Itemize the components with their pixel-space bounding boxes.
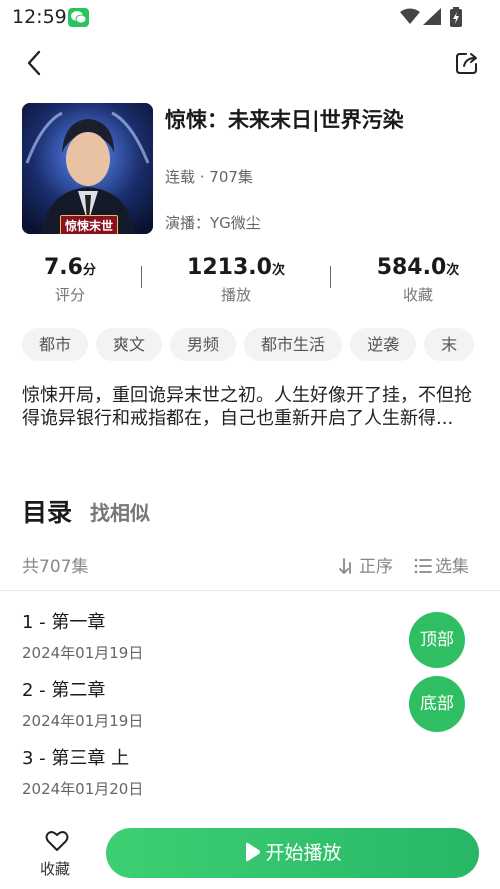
scroll-top-button[interactable]: 顶部 [409, 612, 465, 668]
drama-description[interactable]: 惊悚开局，重回诡异末世之初。人生好像开了挂，不但抢得诡异银行和戒指都在，自己也重… [22, 384, 478, 430]
stat-rating-label: 评分 [54, 286, 85, 304]
stat-plays-label: 播放 [220, 286, 251, 304]
battery-icon [450, 7, 462, 27]
wechat-icon [68, 8, 89, 27]
episode-row[interactable]: 3 - 第三章 上 2024年01月20日 [22, 744, 402, 799]
wifi-icon [400, 8, 420, 24]
share-icon[interactable] [454, 50, 480, 76]
stat-plays-value: 1213.0 [187, 255, 272, 280]
stat-divider [141, 266, 142, 288]
stat-divider [330, 266, 331, 288]
sort-order-button[interactable]: 正序 [338, 552, 393, 577]
episode-date: 2024年01月19日 [22, 712, 144, 730]
stat-rating-unit: 分 [82, 263, 96, 278]
drama-narrator: 演播：YG微尘 [165, 214, 261, 232]
stat-favorites-value: 584.0 [376, 255, 447, 280]
episode-date: 2024年01月20日 [22, 780, 144, 798]
sort-icon [339, 558, 351, 574]
start-play-label: 开始播放 [265, 842, 342, 864]
episode-count: 共707集 [22, 557, 89, 577]
tag-chip[interactable]: 末 [424, 328, 475, 361]
bottom-action-bar: 收藏 开始播放 [0, 818, 500, 889]
tag-chip[interactable]: 逆袭 [350, 328, 417, 361]
episode-title: 3 - 第三章 上 [22, 748, 130, 769]
episode-title: 1 - 第一章 [22, 612, 106, 633]
episode-row[interactable]: 1 - 第一章 2024年01月19日 [22, 608, 402, 663]
heart-icon [45, 831, 69, 851]
tags-row: 都市 爽文 男频 都市生活 逆袭末 [22, 328, 478, 362]
sort-order-label: 正序 [359, 557, 393, 577]
list-icon [414, 558, 432, 574]
stat-rating-value: 7.6 [44, 255, 83, 280]
drama-title: 惊悚：未来末日|世界污染 [165, 108, 404, 132]
tag-chip[interactable]: 爽文 [96, 328, 163, 361]
status-time: 12:59 [12, 6, 67, 28]
stat-plays: 1213.0次 播放 [166, 255, 306, 305]
stat-plays-unit: 次 [271, 263, 285, 278]
start-play-button[interactable]: 开始播放 [106, 828, 479, 878]
tab-find-similar[interactable]: 找相似 [90, 497, 150, 526]
drama-cover-image: 惊悚末世 [22, 103, 153, 234]
signal-icon [423, 8, 441, 25]
back-icon[interactable] [22, 50, 48, 76]
episode-title: 2 - 第二章 [22, 680, 106, 701]
status-bar: 12:59 [0, 0, 500, 36]
select-episodes-button[interactable]: 选集 [414, 552, 469, 577]
drama-status-episodes: 连载 · 707集 [165, 168, 253, 186]
scroll-bottom-button[interactable]: 底部 [409, 676, 465, 732]
play-icon [246, 842, 261, 862]
favorite-label: 收藏 [40, 860, 71, 878]
episode-date: 2024年01月19日 [22, 644, 144, 662]
episode-row[interactable]: 2 - 第二章 2024年01月19日 [22, 676, 402, 731]
stat-favorites-label: 收藏 [402, 286, 433, 304]
cover-badge: 惊悚末世 [60, 215, 119, 234]
stat-favorites-unit: 次 [446, 263, 460, 278]
tag-chip[interactable]: 男频 [170, 328, 237, 361]
tag-chip[interactable]: 都市生活 [244, 328, 343, 361]
stat-favorites: 584.0次 收藏 [348, 255, 488, 305]
select-episodes-label: 选集 [435, 557, 469, 577]
stat-rating: 7.6分 评分 [0, 255, 140, 305]
divider [0, 590, 500, 591]
tab-catalog[interactable]: 目录 [22, 493, 72, 529]
tag-chip[interactable]: 都市 [22, 328, 89, 361]
